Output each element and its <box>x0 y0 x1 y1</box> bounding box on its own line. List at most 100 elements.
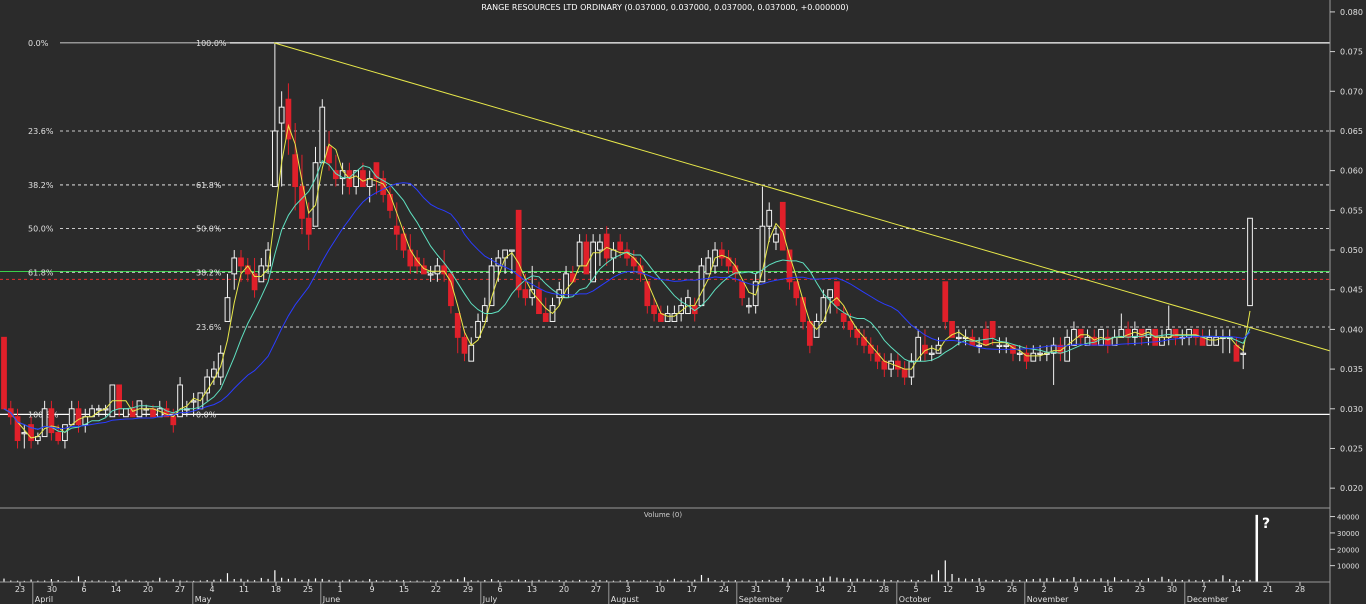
candle-body <box>509 249 515 252</box>
x-tick-label: 14 <box>815 585 825 594</box>
candle-body <box>1064 336 1071 362</box>
y-tick-label: 0.070 <box>1340 87 1363 96</box>
month-label: October <box>899 595 932 604</box>
x-tick-label: 21 <box>847 585 857 594</box>
month-label: September <box>739 595 784 604</box>
candle-body <box>224 297 231 322</box>
x-tick-label: 18 <box>271 585 281 594</box>
candle-body <box>1206 336 1213 346</box>
candle-body <box>48 408 55 434</box>
candle-body <box>901 368 908 378</box>
candle-body <box>1213 336 1220 346</box>
candle-body <box>718 249 725 259</box>
candle-body <box>942 281 949 322</box>
candle-body <box>461 336 468 354</box>
candle-body <box>928 352 935 355</box>
candle-body <box>1199 336 1206 346</box>
x-tick-label: 30 <box>1167 585 1177 594</box>
candle-body <box>299 186 305 219</box>
candle-body <box>238 257 244 267</box>
candle-body <box>123 408 129 418</box>
y-tick-label: 0.050 <box>1340 246 1363 255</box>
y-tick-label: 0.030 <box>1340 405 1363 414</box>
candle-body <box>955 336 962 340</box>
candle-body <box>1125 328 1131 338</box>
candle-body <box>1016 352 1023 355</box>
candle-body <box>617 241 624 251</box>
candle-body <box>271 130 278 188</box>
volume-title: Volume (0) <box>644 511 682 519</box>
x-tick-label: 28 <box>879 585 889 594</box>
x-tick-label: 9 <box>369 585 374 594</box>
y-tick-label: 0.045 <box>1340 286 1363 295</box>
candle-body <box>1071 328 1077 346</box>
chart-title: RANGE RESOURCES LTD ORDINARY (0.037000, … <box>481 3 848 12</box>
x-tick-label: 14 <box>1231 585 1241 594</box>
candle-body <box>1240 352 1247 355</box>
candle-body <box>116 384 122 410</box>
x-tick-label: 25 <box>303 585 313 594</box>
fib-label-left: 50.0% <box>28 225 54 234</box>
candle-body <box>976 344 983 347</box>
candle-body <box>292 154 299 188</box>
candle-body <box>278 106 285 124</box>
candle-body <box>129 408 136 418</box>
candle-body <box>319 106 326 164</box>
volume-tick-label: 20000 <box>1337 546 1359 554</box>
candle-body <box>1003 344 1010 347</box>
fib-label-inner: 50.0% <box>196 225 222 234</box>
fib-label-inner: 100.0% <box>196 39 227 48</box>
fib-label-left: 38.2% <box>28 181 54 190</box>
candle-body <box>454 313 461 338</box>
candle-body <box>542 313 549 322</box>
candle-body <box>847 320 854 330</box>
candle-body <box>1233 344 1240 362</box>
volume-tick-label: 40000 <box>1337 514 1359 522</box>
candle-body <box>95 408 102 411</box>
candle-body <box>231 257 238 275</box>
x-tick-label: 26 <box>1007 585 1017 594</box>
x-tick-label: 10 <box>655 585 665 594</box>
candle-body <box>698 265 705 307</box>
candle-body <box>68 408 75 426</box>
candle-body <box>75 408 82 426</box>
month-label: April <box>35 595 53 604</box>
x-tick-label: 13 <box>527 585 537 594</box>
candle-body <box>840 313 847 322</box>
candle-body <box>664 313 671 322</box>
candle-body <box>522 289 529 299</box>
candle-body <box>305 217 312 235</box>
x-tick-label: 20 <box>559 585 569 594</box>
month-label: November <box>1027 595 1069 604</box>
candle-body <box>156 408 163 418</box>
x-tick-label: 31 <box>751 585 761 594</box>
candle-body <box>41 408 48 438</box>
candle-body <box>1030 352 1037 362</box>
x-tick-label: 24 <box>719 585 729 594</box>
y-tick-label: 0.065 <box>1340 127 1363 136</box>
candle-body <box>779 201 786 251</box>
candle-body <box>888 360 894 370</box>
x-tick-label: 3 <box>625 585 630 594</box>
candle-body <box>170 416 177 426</box>
x-tick-label: 28 <box>1295 585 1305 594</box>
candle-body <box>854 328 861 338</box>
candle-body <box>989 320 996 338</box>
x-tick-label: 23 <box>15 585 25 594</box>
volume-tick-label: 30000 <box>1337 530 1359 538</box>
x-tick-label: 20 <box>143 585 153 594</box>
x-tick-label: 1 <box>337 585 342 594</box>
x-tick-label: 4 <box>209 585 214 594</box>
candle-body <box>603 233 610 259</box>
x-tick-label: 12 <box>943 585 953 594</box>
candle-body <box>1172 328 1179 338</box>
x-tick-label: 7 <box>1201 585 1206 594</box>
candle-body <box>793 281 800 299</box>
x-tick-label: 14 <box>111 585 121 594</box>
y-tick-label: 0.040 <box>1340 325 1363 334</box>
month-label: August <box>611 595 639 604</box>
y-tick-label: 0.075 <box>1340 48 1363 57</box>
candle-body <box>759 225 766 283</box>
month-label: December <box>1187 595 1229 604</box>
candle-body <box>651 305 657 315</box>
